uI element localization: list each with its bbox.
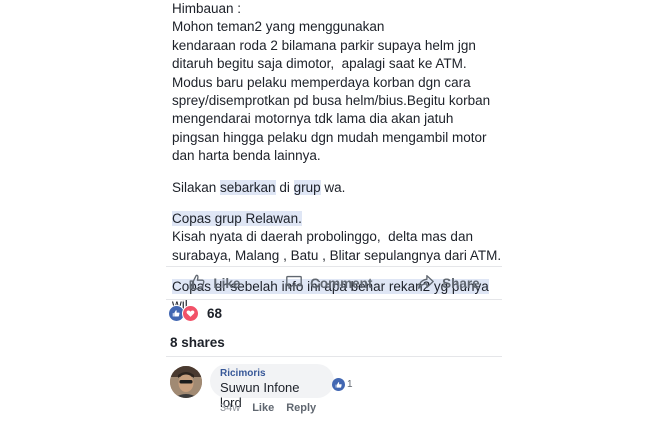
highlight-sebarkan: sebarkan <box>220 179 276 195</box>
shares-count-link[interactable]: 8 shares <box>170 335 225 350</box>
share-button[interactable]: Share <box>407 269 490 298</box>
share-request-line: Silakan sebarkan di grup wa. <box>172 179 532 197</box>
reactions-summary[interactable]: 68 <box>168 305 222 322</box>
share-arrow-icon <box>417 273 435 294</box>
story-line: Kisah nyata di daerah probolinggo, delta… <box>172 229 473 245</box>
comment-bubble-icon <box>285 273 303 294</box>
comment-meta: 34w Like Reply <box>220 402 316 414</box>
share-label: Share <box>442 275 480 291</box>
post-line: Himbauan : <box>172 1 242 16</box>
post-line: Mohon teman2 yang menggunakan <box>172 19 385 35</box>
post-line: pingsan hingga pelaku dgn mudah mengambi… <box>172 129 487 145</box>
story-line: surabaya, Malang , Batu , Blitar sepulan… <box>172 247 502 263</box>
post-line: mengendarai motornya tdk lama dia akan j… <box>172 111 454 127</box>
post-line: ditaruh begitu saja dimotor, apalagi saa… <box>172 56 467 72</box>
comment-label: Comment <box>310 275 373 291</box>
post-action-bar: Like Comment Share <box>166 266 502 300</box>
highlight-grup: grup <box>293 179 321 195</box>
love-reaction-icon <box>182 305 199 322</box>
share-text: Silakan <box>172 179 221 195</box>
share-text: di <box>275 179 294 195</box>
post-line: kendaraan roda 2 bilamana parkir supaya … <box>172 37 476 53</box>
comment-button[interactable]: Comment <box>275 269 382 298</box>
comment-reaction-count[interactable]: 1 <box>332 378 353 391</box>
like-reaction-icon <box>332 378 345 391</box>
post-line: sprey/disemprotkan pd busa helm/bius.Beg… <box>172 92 491 108</box>
like-button[interactable]: Like <box>178 269 250 298</box>
comment-like-count: 1 <box>347 379 353 390</box>
share-text: wa. <box>320 179 346 195</box>
reaction-count: 68 <box>207 306 223 321</box>
copas-relawan-line: Copas grup Relawan. <box>172 210 532 228</box>
post-line: dan harta benda lainnya. <box>172 148 321 164</box>
divider <box>166 356 502 357</box>
comment-author-link[interactable]: Ricimoris <box>220 368 322 380</box>
highlight-copas-relawan: Copas grup Relawan. <box>172 210 302 226</box>
comment-reply-link[interactable]: Reply <box>286 402 316 414</box>
comment-like-link[interactable]: Like <box>252 402 274 414</box>
thumbs-up-icon <box>188 273 206 294</box>
avatar[interactable] <box>170 366 202 398</box>
like-label: Like <box>213 275 241 291</box>
comment-bubble: Ricimoris Suwun Infone lord <box>210 364 334 410</box>
comment-time: 34w <box>220 402 241 414</box>
post-line: Modus baru pelaku memperdaya korban dgn … <box>172 74 471 90</box>
